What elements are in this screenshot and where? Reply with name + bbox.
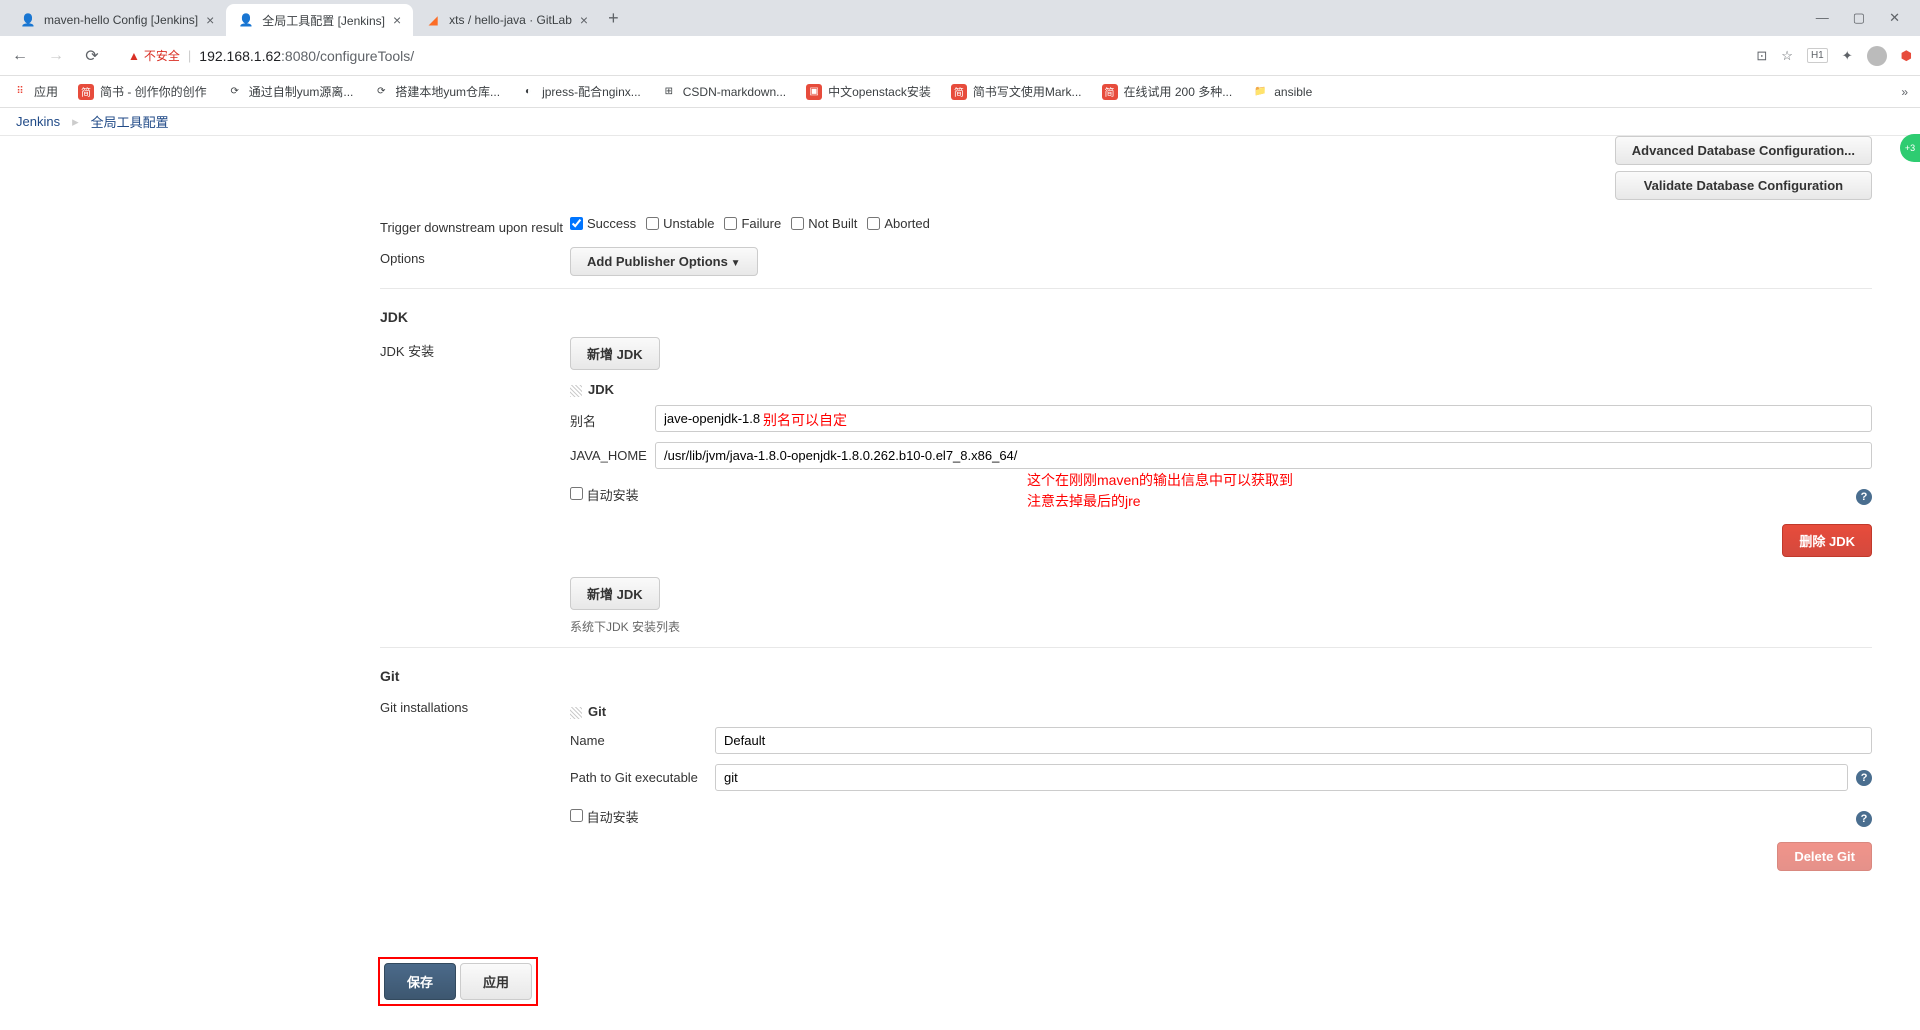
gitlab-icon: ◢ <box>425 12 441 28</box>
delete-jdk-button[interactable]: 删除 JDK <box>1782 524 1872 557</box>
window-controls: — ▢ ✕ <box>1804 10 1912 26</box>
bookmark-item[interactable]: 简在线试用 200 多种... <box>1102 83 1233 100</box>
forward-button[interactable]: → <box>44 47 68 65</box>
tab-title: 全局工具配置 [Jenkins] <box>262 12 385 29</box>
java-home-label: JAVA_HOME <box>570 442 655 469</box>
bookmark-item[interactable]: ⟳通过自制yum源离... <box>227 83 354 100</box>
apps-button[interactable]: ⠿应用 <box>12 83 58 100</box>
help-icon[interactable]: ? <box>1856 811 1872 827</box>
git-name-label: Name <box>570 733 715 748</box>
jdk-install-label: JDK 安装 <box>380 337 570 360</box>
bookmark-item[interactable]: ⊞CSDN-markdown... <box>661 84 786 100</box>
breadcrumb-root[interactable]: Jenkins <box>16 114 60 129</box>
chevron-right-icon: ▸ <box>72 114 79 130</box>
java-home-input[interactable] <box>655 442 1872 469</box>
security-warning[interactable]: ▲ 不安全 <box>128 47 180 64</box>
checkbox-success[interactable]: Success <box>570 216 636 231</box>
add-publisher-button[interactable]: Add Publisher Options <box>570 247 758 276</box>
close-icon[interactable]: × <box>206 12 214 28</box>
validate-db-config-button[interactable]: Validate Database Configuration <box>1615 171 1872 200</box>
jdk-caption: 系统下JDK 安装列表 <box>570 618 1872 635</box>
profile-icon[interactable] <box>1867 46 1887 66</box>
help-icon[interactable]: ? <box>1856 489 1872 505</box>
options-label: Options <box>380 247 570 266</box>
minimize-icon[interactable]: — <box>1816 10 1829 26</box>
bookmark-item[interactable]: 📁ansible <box>1252 84 1312 100</box>
git-auto-install-checkbox[interactable]: 自动安装 <box>570 810 639 825</box>
bookmarks-bar: ⠿应用 简简书 - 创作你的创作 ⟳通过自制yum源离... ⟳搭建本地yum仓… <box>0 76 1920 108</box>
jdk-alias-input[interactable] <box>655 405 1872 432</box>
checkbox-notbuilt[interactable]: Not Built <box>791 216 857 231</box>
close-icon[interactable]: × <box>393 12 401 28</box>
tab-title: xts / hello-java · GitLab <box>449 13 572 27</box>
bookmarks-overflow[interactable]: » <box>1901 85 1908 99</box>
extensions-icon[interactable]: ✦ <box>1842 48 1853 64</box>
help-icon[interactable]: ? <box>1856 770 1872 786</box>
apply-button[interactable]: 应用 <box>460 963 532 1000</box>
bookmark-item[interactable]: ⟳搭建本地yum仓库... <box>373 83 500 100</box>
trigger-label: Trigger downstream upon result <box>380 216 570 235</box>
git-name-input[interactable] <box>715 727 1872 754</box>
add-jdk-button[interactable]: 新增 JDK <box>570 337 660 370</box>
git-installations-label: Git installations <box>380 696 570 715</box>
breadcrumb-current[interactable]: 全局工具配置 <box>91 112 169 131</box>
checkbox-failure[interactable]: Failure <box>724 216 781 231</box>
browser-tab[interactable]: ◢ xts / hello-java · GitLab × <box>413 4 600 36</box>
extension-h1[interactable]: H1 <box>1807 48 1828 63</box>
jdk-subheading: JDK <box>570 382 1872 397</box>
star-icon[interactable]: ☆ <box>1781 48 1793 64</box>
footer-buttons: 保存 应用 <box>378 957 538 1006</box>
url-text: 192.168.1.62:8080/configureTools/ <box>199 48 414 64</box>
jenkins-icon: 👤 <box>238 12 254 28</box>
bookmark-item[interactable]: ▣中文openstack安装 <box>806 83 931 100</box>
git-path-input[interactable] <box>715 764 1848 791</box>
save-button[interactable]: 保存 <box>384 963 456 1000</box>
new-tab-button[interactable]: + <box>600 8 627 29</box>
checkbox-unstable[interactable]: Unstable <box>646 216 714 231</box>
add-jdk-button-2[interactable]: 新增 JDK <box>570 577 660 610</box>
git-heading: Git <box>380 668 1872 684</box>
address-bar: ← → ⟳ ▲ 不安全 | 192.168.1.62:8080/configur… <box>0 36 1920 76</box>
jenkins-icon: 👤 <box>20 12 36 28</box>
close-icon[interactable]: × <box>580 12 588 28</box>
jdk-auto-install-checkbox[interactable]: 自动安装 <box>570 488 639 503</box>
reload-button[interactable]: ⟳ <box>80 46 104 66</box>
close-window-icon[interactable]: ✕ <box>1889 10 1900 26</box>
jdk-heading: JDK <box>380 309 1872 325</box>
browser-tab[interactable]: 👤 maven-hello Config [Jenkins] × <box>8 4 226 36</box>
main-content: Advanced Database Configuration... Valid… <box>0 136 1920 871</box>
url-bar[interactable]: ▲ 不安全 | 192.168.1.62:8080/configureTools… <box>116 41 1744 71</box>
jdk-alias-label: 别名 <box>570 405 655 432</box>
maximize-icon[interactable]: ▢ <box>1853 10 1865 26</box>
checkbox-aborted[interactable]: Aborted <box>867 216 930 231</box>
git-path-label: Path to Git executable <box>570 770 715 785</box>
drag-handle-icon[interactable] <box>570 385 582 397</box>
back-button[interactable]: ← <box>8 47 32 65</box>
drag-handle-icon[interactable] <box>570 707 582 719</box>
translate-icon[interactable]: ⊡ <box>1756 48 1767 64</box>
browser-tab-strip: 👤 maven-hello Config [Jenkins] × 👤 全局工具配… <box>0 0 1920 36</box>
delete-git-button[interactable]: Delete Git <box>1777 842 1872 871</box>
browser-tab-active[interactable]: 👤 全局工具配置 [Jenkins] × <box>226 4 413 36</box>
bookmark-item[interactable]: ◐jpress-配合nginx... <box>520 83 641 100</box>
breadcrumb: Jenkins ▸ 全局工具配置 <box>0 108 1920 136</box>
bookmark-item[interactable]: 简简书 - 创作你的创作 <box>78 83 207 100</box>
extension-icon[interactable]: ⬢ <box>1901 48 1912 64</box>
advanced-db-config-button[interactable]: Advanced Database Configuration... <box>1615 136 1872 165</box>
bookmark-item[interactable]: 简简书写文使用Mark... <box>951 83 1082 100</box>
tab-title: maven-hello Config [Jenkins] <box>44 13 198 27</box>
git-subheading: Git <box>570 704 1872 719</box>
